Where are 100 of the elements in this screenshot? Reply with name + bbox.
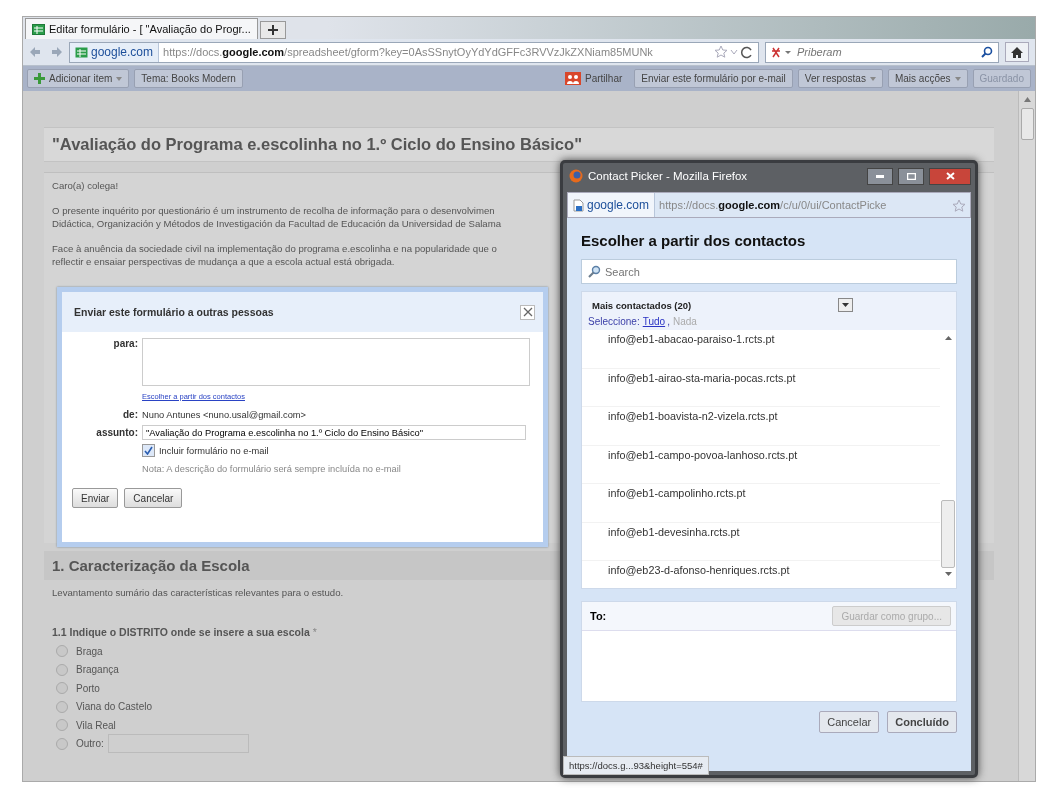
group-name: Mais contactados (20) xyxy=(592,299,693,311)
required-mark: * xyxy=(312,626,317,638)
url-text: https://docs.google.com/spreadsheet/gform?key=0AsSSnytOyYdYdGFFc3RVVzJkZXNiam85MUNk xyxy=(163,46,654,58)
toolbar-button[interactable]: Mais acções xyxy=(887,69,968,88)
address-bar[interactable]: google.com https://docs.google.com/spreadsheet/gform?key=0AsSSnytOyYdYdGFFc3RVVzJkZXNiam85MUNk xyxy=(69,41,759,63)
close-button[interactable] xyxy=(520,304,535,320)
dropdown-button[interactable] xyxy=(838,298,853,312)
note-text: Nota: A descrição do formulário será sempre incluída no e-mail xyxy=(142,463,401,474)
option-label: Porto xyxy=(76,682,100,694)
site-identity[interactable]: google.com xyxy=(568,193,656,217)
contact-item[interactable]: info@eb1-campolinho.rcts.pt xyxy=(582,484,940,523)
minimize-icon xyxy=(876,174,884,178)
description-text: reflectir e ensaiar perspectivas de mudança a que a escola actual está obrigada. xyxy=(52,255,395,268)
maximize-icon xyxy=(906,172,916,180)
picker-button[interactable]: Cancelar xyxy=(819,711,880,733)
toolbar-button[interactable]: Enviar este formulário por e-mail xyxy=(634,69,793,88)
back-forward-icon[interactable] xyxy=(29,45,63,59)
contact-item[interactable]: info@eb1-airao-sta-maria-pocas.rcts.pt xyxy=(582,368,940,407)
up-arrow-icon[interactable] xyxy=(944,336,952,340)
check-icon xyxy=(144,446,153,455)
search-icon xyxy=(588,265,601,278)
plus-icon xyxy=(34,73,45,84)
field-label: assunto: xyxy=(95,427,138,438)
description-text: O presente inquérito por questionário é um instrumento de recolha de informação para o desenvolvimen xyxy=(52,204,495,217)
toolbar-button[interactable]: Adicionar item xyxy=(27,69,130,88)
option-label: Braga xyxy=(76,645,103,657)
site-identity[interactable]: google.com xyxy=(70,42,160,62)
checkbox[interactable] xyxy=(142,444,155,457)
home-button[interactable] xyxy=(1005,42,1029,62)
contact-item[interactable]: info@eb1-campo-povoa-lanhoso.rcts.pt xyxy=(582,445,940,484)
contact-item[interactable]: info@eb1-boavista-n2-vizela.rcts.pt xyxy=(582,407,940,446)
search-box[interactable]: Priberam xyxy=(765,41,999,63)
option-label: Viana do Castelo xyxy=(76,701,152,713)
scrollbar-thumb[interactable] xyxy=(941,500,955,568)
description-text: Didáctica, Organización y Métodos de Investigación da Facultad de Educación da Universidad de Salama xyxy=(52,217,502,230)
scrollbar-thumb[interactable] xyxy=(1020,108,1034,140)
address-bar[interactable]: google.com https://docs.google.com/c/u/0/ui/ContactPicke xyxy=(567,192,971,218)
caret-icon xyxy=(869,76,876,81)
spreadsheet-icon xyxy=(75,46,88,58)
status-bar: https://docs.g...93&height=554# xyxy=(563,756,709,775)
dialog-button[interactable]: Enviar xyxy=(72,488,119,508)
radio-button[interactable] xyxy=(56,645,68,658)
select-link[interactable]: Tudo xyxy=(642,316,666,327)
url-text: https://docs.google.com/c/u/0/ui/ContactPicke xyxy=(659,199,888,211)
window-title: Contact Picker - Mozilla Firefox xyxy=(588,170,748,182)
select-label: Seleccione: xyxy=(588,316,640,327)
option-label: Vila Real xyxy=(76,719,116,731)
picker-button[interactable]: Concluído xyxy=(887,711,957,733)
maximize-button[interactable] xyxy=(898,167,924,185)
toolbar-button[interactable]: Tema: Books Modern xyxy=(134,69,243,88)
new-tab-button[interactable] xyxy=(259,21,286,39)
close-icon xyxy=(945,172,955,180)
description-text: Caro(a) colega! xyxy=(52,179,119,192)
separator-text: , xyxy=(667,316,670,327)
browser-logo-icon xyxy=(569,169,583,183)
up-arrow-icon[interactable] xyxy=(1023,97,1031,102)
contact-item[interactable]: info@eb1-devesinha.rcts.pt xyxy=(582,522,940,561)
radio-button[interactable] xyxy=(56,737,68,750)
form-title: "Avaliação do Programa e.escolinha no 1.º Ciclo do Ensino Básico" xyxy=(44,127,994,162)
dialog-title: Enviar este formulário a outras pessoas xyxy=(74,306,274,318)
dialog-button[interactable]: Cancelar xyxy=(124,488,183,508)
minimize-button[interactable] xyxy=(867,167,893,185)
home-icon xyxy=(1010,45,1024,59)
down-arrow-icon[interactable] xyxy=(944,572,952,576)
checkbox-label: Incluir formulário no e-mail xyxy=(159,445,269,456)
option-label: Bragança xyxy=(76,664,119,676)
radio-button[interactable] xyxy=(56,719,68,732)
option-label: Outro: xyxy=(76,738,104,750)
lock-page-icon xyxy=(573,198,584,212)
caret-icon xyxy=(842,303,849,307)
close-icon xyxy=(522,307,533,317)
spreadsheet-icon xyxy=(32,23,45,35)
caret-icon xyxy=(116,76,123,81)
section-description: Levantamento sumário das características relevantes para o estudo. xyxy=(52,587,344,598)
plus-icon xyxy=(267,25,278,35)
field-label: para: xyxy=(112,338,138,349)
sender-text: Nuno Antunes <nuno.usal@gmail.com> xyxy=(142,409,306,420)
contact-item[interactable]: info@eb1-abacao-paraiso-1.rcts.pt xyxy=(582,330,940,369)
search-box[interactable]: Search xyxy=(581,259,957,284)
description-text: Face à anuência da sociedade civil na implementação do programa e.escolinha e na popularidade que o xyxy=(52,242,497,255)
tab-title: Editar formulário - [ "Avaliação do Progr... xyxy=(49,23,251,35)
dictionary-icon[interactable] xyxy=(771,46,793,58)
people-icon xyxy=(565,72,582,85)
toolbar-button[interactable]: Partilhar xyxy=(558,69,630,88)
toolbar-button[interactable]: Ver respostas xyxy=(797,69,883,88)
star-icon[interactable] xyxy=(952,198,966,212)
scrollbar[interactable] xyxy=(1018,91,1035,781)
star-reload-icon[interactable] xyxy=(714,45,754,59)
radio-button[interactable] xyxy=(56,700,68,713)
subject-field[interactable]: "Avaliação do Programa e.escolinha no 1.º Ciclo do Ensino Básico" xyxy=(142,425,526,440)
radio-button[interactable] xyxy=(56,663,68,676)
question-title: 1.1 Indique o DISTRITO onde se insere a sua escola xyxy=(52,626,310,638)
browser-tab[interactable]: Editar formulário - [ "Avaliação do Progr... xyxy=(25,18,258,39)
radio-button[interactable] xyxy=(56,682,68,695)
recipients-field[interactable] xyxy=(142,338,530,386)
caret-icon xyxy=(954,76,961,81)
close-button[interactable] xyxy=(929,167,971,185)
to-label: To: xyxy=(590,610,607,622)
field-label: de: xyxy=(122,409,138,420)
search-icon[interactable] xyxy=(981,46,993,58)
